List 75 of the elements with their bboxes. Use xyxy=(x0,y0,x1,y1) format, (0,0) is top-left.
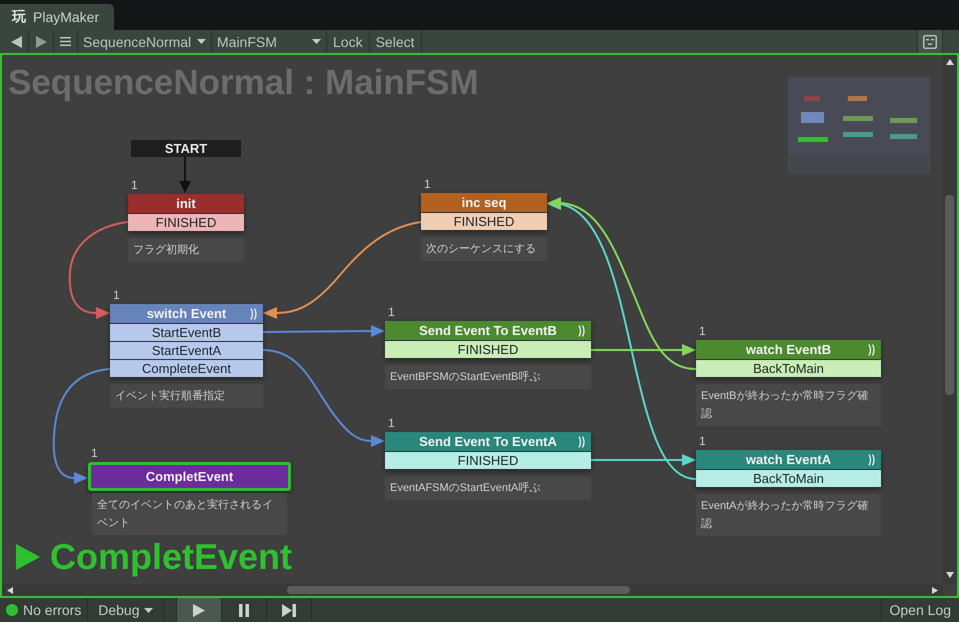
arcs-icon xyxy=(578,436,586,448)
state-count: 1 xyxy=(91,446,98,462)
panel-icon xyxy=(923,34,937,48)
transition-event[interactable]: FINISHED xyxy=(385,340,591,358)
state-comment: EventBが終わったか常時フラグ確認 xyxy=(696,384,881,426)
scrollbar-thumb[interactable] xyxy=(945,195,954,395)
state-count: 1 xyxy=(388,305,395,321)
right-arrow-icon[interactable] xyxy=(932,587,938,594)
pause-icon xyxy=(239,604,250,616)
state-name: Send Event To EventA xyxy=(419,434,557,449)
panel-button[interactable] xyxy=(917,30,943,53)
menu-icon xyxy=(60,37,71,46)
caret-icon xyxy=(312,39,321,44)
transition-event[interactable]: BackToMain xyxy=(696,359,881,377)
transition-event[interactable]: FINISHED xyxy=(421,212,547,230)
state-name: watch EventA xyxy=(746,452,832,467)
state-name: switch Event xyxy=(146,306,226,321)
state-count: 1 xyxy=(699,434,706,450)
state-comment: EventAが終わったか常時フラグ確認 xyxy=(696,494,881,536)
caret-icon xyxy=(197,39,206,44)
editor-tab[interactable]: 玩 PlayMaker xyxy=(0,4,114,30)
play-icon xyxy=(193,604,206,616)
start-arrow xyxy=(179,157,191,193)
state-comment: EventBFSMのStartEventB呼ぶ xyxy=(385,365,591,389)
state-count: 1 xyxy=(424,177,431,193)
active-state-name: CompletEvent xyxy=(50,536,292,578)
start-node: START xyxy=(131,140,241,157)
play-button[interactable] xyxy=(177,598,222,622)
right-arrow-icon xyxy=(36,36,46,48)
transition-event[interactable]: BackToMain xyxy=(696,469,881,487)
transition-event[interactable]: StartEventA xyxy=(110,341,263,359)
mode-dropdown[interactable]: Debug xyxy=(88,598,164,622)
state-node[interactable]: Send Event To EventB FINISHED xyxy=(385,321,591,358)
state-count: 1 xyxy=(113,288,120,304)
state-name: inc seq xyxy=(462,195,506,210)
state-count: 1 xyxy=(131,178,138,194)
arcs-icon xyxy=(868,344,876,356)
step-forward-icon xyxy=(282,604,296,616)
state-node[interactable]: watch EventB BackToMain xyxy=(696,340,881,377)
status-dot-icon xyxy=(6,604,18,616)
left-arrow-icon[interactable] xyxy=(7,587,13,594)
state-name: init xyxy=(176,196,196,211)
scrollbar-thumb[interactable] xyxy=(287,586,630,594)
state-name: CompletEvent xyxy=(146,469,234,484)
state-name: watch EventB xyxy=(746,342,832,357)
state-node[interactable]: Send Event To EventA FINISHED xyxy=(385,432,591,469)
state-comment: 次のシーケンスにする xyxy=(421,237,547,261)
errors-button[interactable]: No errors xyxy=(0,598,88,622)
logo-glyph: 玩 xyxy=(12,8,26,26)
open-log-button[interactable]: Open Log xyxy=(880,598,959,622)
left-arrow-icon xyxy=(10,36,22,48)
arcs-icon xyxy=(868,454,876,466)
state-node[interactable]: CompletEvent xyxy=(88,462,291,491)
state-name: Send Event To EventB xyxy=(419,323,557,338)
state-node[interactable]: init FINISHED xyxy=(128,194,244,231)
caret-icon xyxy=(144,608,154,612)
graph-canvas[interactable] xyxy=(0,53,959,598)
state-node[interactable]: watch EventA BackToMain xyxy=(696,450,881,487)
transition-event[interactable]: FINISHED xyxy=(128,213,244,231)
state-comment: EventAFSMのStartEventA呼ぶ xyxy=(385,476,591,500)
up-arrow-icon[interactable] xyxy=(946,59,954,65)
play-icon xyxy=(16,544,40,570)
down-arrow-icon[interactable] xyxy=(946,572,954,578)
arcs-icon xyxy=(250,308,258,320)
arcs-icon xyxy=(578,325,586,337)
state-count: 1 xyxy=(388,416,395,432)
transition-event[interactable]: StartEventB xyxy=(110,323,263,341)
state-count: 1 xyxy=(699,324,706,340)
state-comment: イベント実行順番指定 xyxy=(110,384,263,408)
transition-event[interactable]: FINISHED xyxy=(385,451,591,469)
state-node[interactable]: inc seq FINISHED xyxy=(421,193,547,230)
state-comment: フラグ初期化 xyxy=(128,238,244,262)
state-node[interactable]: switch Event StartEventB StartEventA CompleteEvent xyxy=(110,304,263,377)
transition-event[interactable]: CompleteEvent xyxy=(110,359,263,377)
state-comment: 全てのイベントのあと実行されるイベント xyxy=(92,493,287,535)
